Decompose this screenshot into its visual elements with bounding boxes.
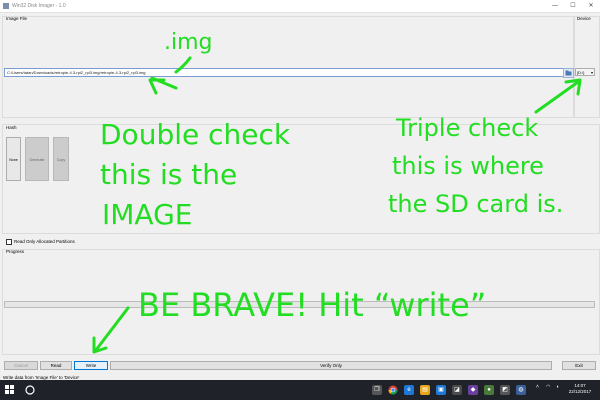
annotation-double-check-2: this is the (100, 158, 238, 191)
be-brave-arrow-shaft (94, 306, 130, 352)
annotation-double-check-1: Double check (100, 118, 291, 151)
annotation-triple-check-3: the SD card is. (388, 190, 564, 218)
annotation-be-brave: BE BRAVE! Hit “write” (138, 286, 487, 324)
annotation-triple-check-2: this is where (392, 152, 544, 180)
img-arrow (174, 56, 192, 74)
annotation-double-check-3: IMAGE (102, 198, 193, 231)
annotation-img: .img (164, 30, 213, 55)
annotation-triple-check-1: Triple check (396, 114, 539, 142)
triple-check-arrow-shaft (534, 80, 580, 114)
